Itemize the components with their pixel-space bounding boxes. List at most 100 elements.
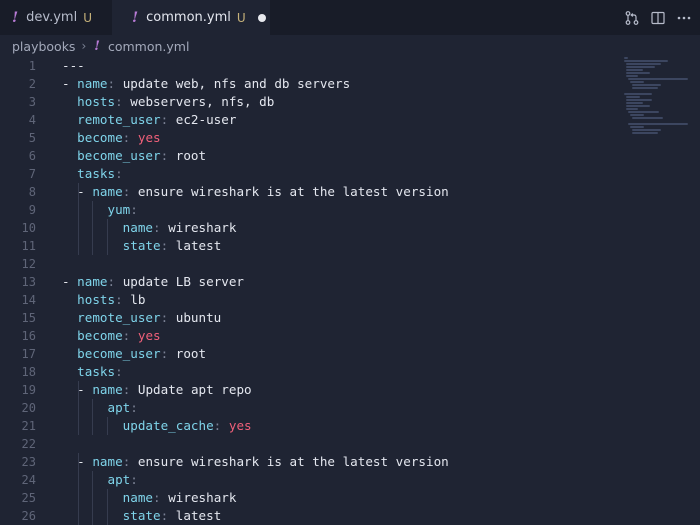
code-line[interactable] [62,435,449,453]
code-area[interactable]: --- - name: update web, nfs and db server… [62,57,449,525]
yaml-value: ubuntu [175,310,222,325]
list-dash: - [62,76,78,91]
yaml-colon: : [160,112,169,127]
line-number: 8 [28,185,36,199]
untracked-badge: U [83,10,92,25]
code-line[interactable] [62,255,449,273]
yaml-colon: : [130,472,138,487]
indent-guide [77,399,79,417]
yaml-value: yes [228,418,252,433]
yaml-colon: : [122,454,131,469]
yaml-key: name [122,220,154,235]
code-line[interactable]: name: wireshark [62,489,449,507]
yaml-value: wireshark [168,490,237,505]
breadcrumb-file[interactable]: common.yml [108,39,189,54]
tab-dev-yml[interactable]: ! dev.yml U [0,0,112,35]
yaml-colon: : [130,202,138,217]
yaml-colon: : [115,94,123,109]
indent-guide [92,489,93,507]
yaml-key: become [77,130,123,145]
code-editor[interactable]: 1 2 3 4 5 6 7 8 9 10 11 12 13 14 15 16 17 18 19 20 21 22 23 24 2… [0,57,700,525]
yaml-value: lb [130,292,146,307]
yaml-value: ec2-user [175,112,237,127]
yaml-key: become [77,328,123,343]
line-number: 9 [28,203,36,217]
code-line[interactable]: update_cache: yes [62,417,449,435]
line-number: 2 [28,77,36,91]
yaml-value: yes [137,328,161,343]
indent-guide [92,219,93,237]
line-number: 12 [21,257,36,271]
editor-actions [624,0,692,35]
list-dash: - [77,382,93,397]
unsaved-dot-icon[interactable] [257,13,266,22]
yaml-file-icon: ! [94,38,100,54]
list-dash: - [77,454,93,469]
code-line[interactable]: state: latest [62,507,449,525]
indent-guide [77,381,79,399]
tab-common-yml[interactable]: ! common.yml U [112,0,270,35]
code-line[interactable]: become_user: root [62,345,449,363]
code-line[interactable]: become: yes [62,327,449,345]
yaml-colon: : [115,292,123,307]
minimap-line [628,123,688,125]
code-line[interactable]: state: latest [62,237,449,255]
yaml-colon: : [107,274,116,289]
indent-guide [106,237,108,255]
indent-guide [77,489,79,507]
tab-label: common.yml [146,10,231,25]
yaml-text: --- [62,58,85,73]
code-line[interactable]: --- [62,57,449,75]
code-line[interactable]: become: yes [62,129,449,147]
code-line[interactable]: - name: ensure wireshark is at the lates… [62,453,449,471]
code-line[interactable]: tasks: [62,363,449,381]
code-line[interactable]: - name: update LB server [62,273,449,291]
code-line[interactable]: apt: [62,399,449,417]
code-line[interactable]: remote_user: ec2-user [62,111,449,129]
yaml-key: hosts [77,94,116,109]
yaml-key: name [122,490,154,505]
line-number: 1 [28,59,36,73]
minimap-line [624,93,652,95]
code-line[interactable]: hosts: lb [62,291,449,309]
line-number: 22 [21,437,36,451]
chevron-right-icon: › [81,39,87,53]
breadcrumb-folder[interactable]: playbooks [12,39,75,54]
minimap-line [626,72,650,74]
yaml-colon: : [122,184,131,199]
minimap[interactable] [624,57,700,134]
code-line[interactable]: yum: [62,201,449,219]
source-control-icon[interactable] [624,10,640,26]
yaml-value: Update apt repo [137,382,252,397]
indent-guide [92,399,93,417]
line-number: 13 [21,275,36,289]
code-line[interactable]: become_user: root [62,147,449,165]
line-number: 3 [28,95,36,109]
line-number: 19 [21,383,36,397]
yaml-key: name [77,76,108,91]
code-line[interactable]: tasks: [62,165,449,183]
line-number: 4 [28,113,36,127]
tab-bar: ! dev.yml U ! common.yml U [0,0,700,35]
code-line[interactable]: name: wireshark [62,219,449,237]
yaml-colon: : [160,310,169,325]
code-line[interactable]: remote_user: ubuntu [62,309,449,327]
more-actions-icon[interactable] [676,10,692,26]
yaml-key: state [122,508,161,523]
yaml-colon: : [153,220,161,235]
yaml-colon: : [160,148,169,163]
minimap-line [628,78,688,80]
code-line[interactable]: hosts: webservers, nfs, db [62,93,449,111]
yaml-value: update LB server [122,274,245,289]
indent-guide [77,219,79,237]
minimap-line [632,129,661,131]
code-line[interactable]: - name: update web, nfs and db servers [62,75,449,93]
split-editor-icon[interactable] [650,10,666,26]
code-line[interactable]: - name: Update apt repo [62,381,449,399]
yaml-key: tasks [77,364,116,379]
code-line[interactable]: - name: ensure wireshark is at the lates… [62,183,449,201]
minimap-line [626,63,661,65]
yaml-key: update_cache [122,418,214,433]
code-line[interactable]: apt: [62,471,449,489]
indent-guide [106,219,108,237]
